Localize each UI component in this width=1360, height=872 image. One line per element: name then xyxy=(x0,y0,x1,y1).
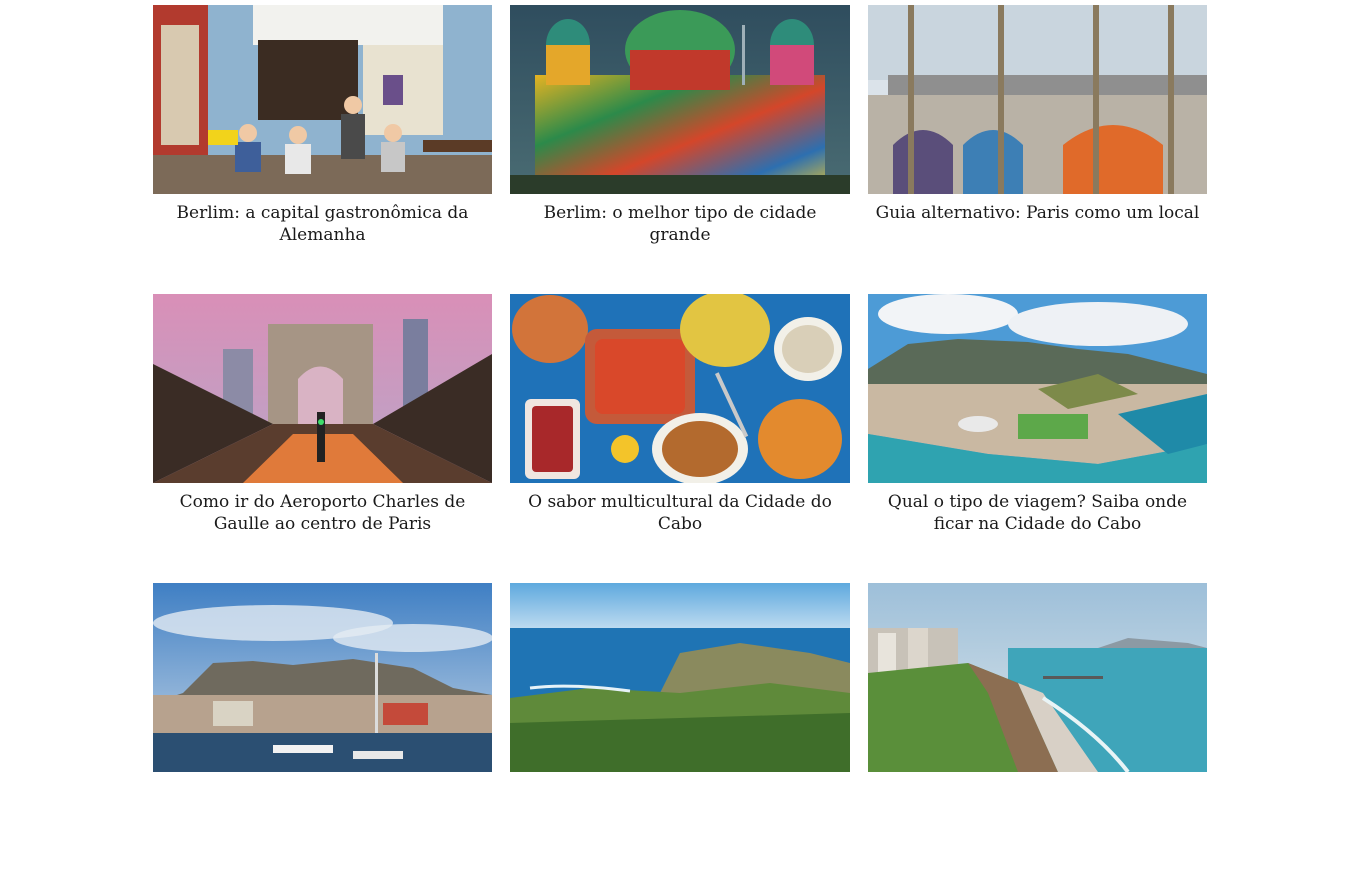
article-card[interactable] xyxy=(868,583,1207,872)
article-image-paris-arches[interactable] xyxy=(868,5,1207,194)
article-card[interactable]: O sabor multicultural da Cidade do Cabo xyxy=(510,294,850,583)
article-title[interactable]: O sabor multicultural da Cidade do Cabo xyxy=(510,491,850,535)
article-title[interactable]: Berlim: a capital gastronômica da Aleman… xyxy=(153,202,492,246)
article-card[interactable]: Berlim: o melhor tipo de cidade grande xyxy=(510,5,850,294)
article-image-arc-de-triomphe[interactable] xyxy=(153,294,492,483)
article-grid: Berlim: a capital gastronômica da Aleman… xyxy=(153,5,1208,872)
article-title[interactable]: Qual o tipo de viagem? Saiba onde ficar … xyxy=(868,491,1207,535)
article-title[interactable]: Berlim: o melhor tipo de cidade grande xyxy=(510,202,850,246)
article-image-lima-coast[interactable] xyxy=(868,583,1207,772)
article-image-cape-food[interactable] xyxy=(510,294,850,483)
article-title[interactable]: Guia alternativo: Paris como um local xyxy=(868,202,1207,224)
article-card[interactable]: Guia alternativo: Paris como um local xyxy=(868,5,1207,294)
article-image-cape-town-waterfront[interactable] xyxy=(153,583,492,772)
article-image-cape-point[interactable] xyxy=(510,583,850,772)
article-image-berlin-cafe[interactable] xyxy=(153,5,492,194)
article-card[interactable] xyxy=(510,583,850,872)
article-image-berlin-cathedral[interactable] xyxy=(510,5,850,194)
article-card[interactable]: Como ir do Aeroporto Charles de Gaulle a… xyxy=(153,294,492,583)
article-image-cape-town-aerial[interactable] xyxy=(868,294,1207,483)
article-card[interactable]: Qual o tipo de viagem? Saiba onde ficar … xyxy=(868,294,1207,583)
article-card[interactable] xyxy=(153,583,492,872)
article-card[interactable]: Berlim: a capital gastronômica da Aleman… xyxy=(153,5,492,294)
article-title[interactable]: Como ir do Aeroporto Charles de Gaulle a… xyxy=(153,491,492,535)
